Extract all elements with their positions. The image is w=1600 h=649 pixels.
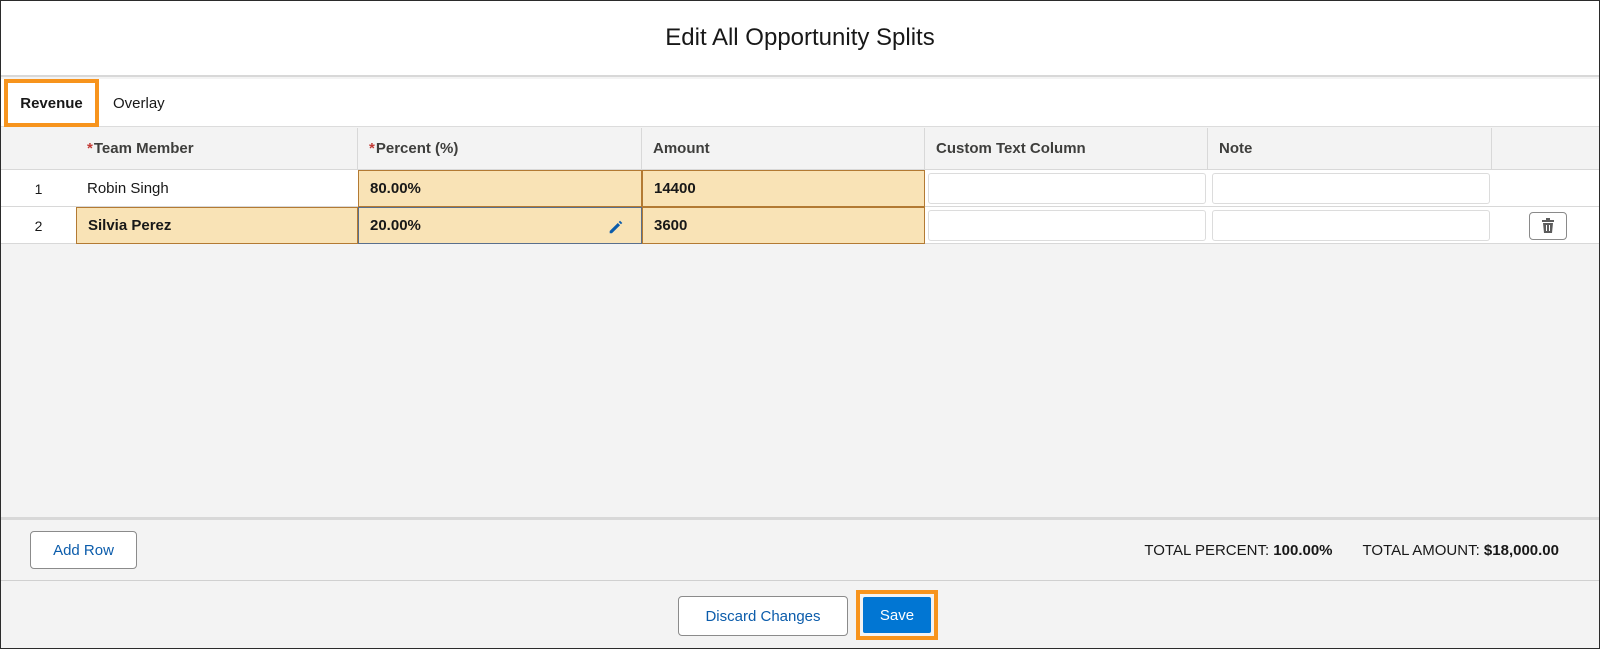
total-percent-label: TOTAL PERCENT:	[1144, 542, 1274, 559]
table-footer: Add Row TOTAL PERCENT: 100.00% TOTAL AMO…	[1, 517, 1599, 581]
modal-header: Edit All Opportunity Splits	[1, 1, 1599, 77]
required-marker: *	[369, 140, 375, 157]
amount-cell[interactable]: 14400	[642, 170, 925, 207]
save-button[interactable]: Save	[863, 597, 931, 633]
row-number: 1	[34, 180, 43, 197]
pencil-icon[interactable]	[607, 218, 625, 236]
discard-changes-button[interactable]: Discard Changes	[678, 596, 848, 636]
column-header-label: Team Member	[93, 140, 194, 157]
splits-table: * Team Member * Percent (%) Amount Custo…	[1, 128, 1599, 244]
custom-text-input[interactable]	[928, 173, 1206, 204]
total-amount: TOTAL AMOUNT: $18,000.00	[1363, 542, 1559, 559]
modal-actions: Discard Changes Save	[1, 582, 1599, 648]
total-percent-value: 100.00%	[1273, 542, 1333, 559]
note-input[interactable]	[1212, 173, 1490, 204]
row-number-header	[1, 128, 76, 169]
save-button-highlight: Save	[856, 590, 938, 640]
column-header-team-member[interactable]: * Team Member	[76, 128, 358, 169]
team-member-cell[interactable]: Robin Singh	[76, 170, 358, 207]
column-header-custom-text[interactable]: Custom Text Column	[925, 128, 1208, 169]
note-input[interactable]	[1212, 210, 1490, 241]
team-member-cell[interactable]: Silvia Perez	[76, 207, 358, 244]
total-amount-label: TOTAL AMOUNT:	[1362, 542, 1484, 559]
row-number: 2	[34, 217, 43, 234]
tab-revenue[interactable]: Revenue	[4, 79, 99, 127]
column-header-label: Note	[1219, 140, 1253, 157]
trash-icon	[1542, 218, 1554, 233]
column-header-note[interactable]: Note	[1208, 128, 1492, 169]
custom-text-input[interactable]	[928, 210, 1206, 241]
tab-overlay[interactable]: Overlay	[113, 79, 165, 127]
table-row: 1 Robin Singh 80.00% 14400	[1, 170, 1599, 207]
percent-cell[interactable]: 80.00%	[358, 170, 642, 207]
amount-cell[interactable]: 3600	[642, 207, 925, 244]
modal-title: Edit All Opportunity Splits	[665, 24, 935, 51]
add-row-button[interactable]: Add Row	[30, 531, 137, 569]
percent-value: 20.00%	[370, 217, 421, 234]
total-amount-value: $18,000.00	[1483, 542, 1559, 559]
totals: TOTAL PERCENT: 100.00% TOTAL AMOUNT: $18…	[1144, 542, 1559, 559]
column-header-label: Percent (%)	[375, 140, 459, 157]
table-header: * Team Member * Percent (%) Amount Custo…	[1, 128, 1599, 170]
column-header-amount[interactable]: Amount	[642, 128, 925, 169]
total-percent: TOTAL PERCENT: 100.00%	[1144, 542, 1332, 559]
column-header-percent[interactable]: * Percent (%)	[358, 128, 642, 169]
edit-splits-modal: Edit All Opportunity Splits Revenue Over…	[0, 0, 1600, 649]
column-header-label: Amount	[653, 140, 710, 157]
column-header-label: Custom Text Column	[936, 140, 1086, 157]
percent-cell-editing[interactable]: 20.00%	[358, 207, 642, 244]
table-row: 2 Silvia Perez 20.00% 3600	[1, 207, 1599, 244]
actions-column-header	[1492, 128, 1599, 169]
tab-bar: Revenue Overlay	[1, 79, 1599, 127]
delete-row-button[interactable]	[1529, 212, 1567, 240]
required-marker: *	[87, 140, 93, 157]
